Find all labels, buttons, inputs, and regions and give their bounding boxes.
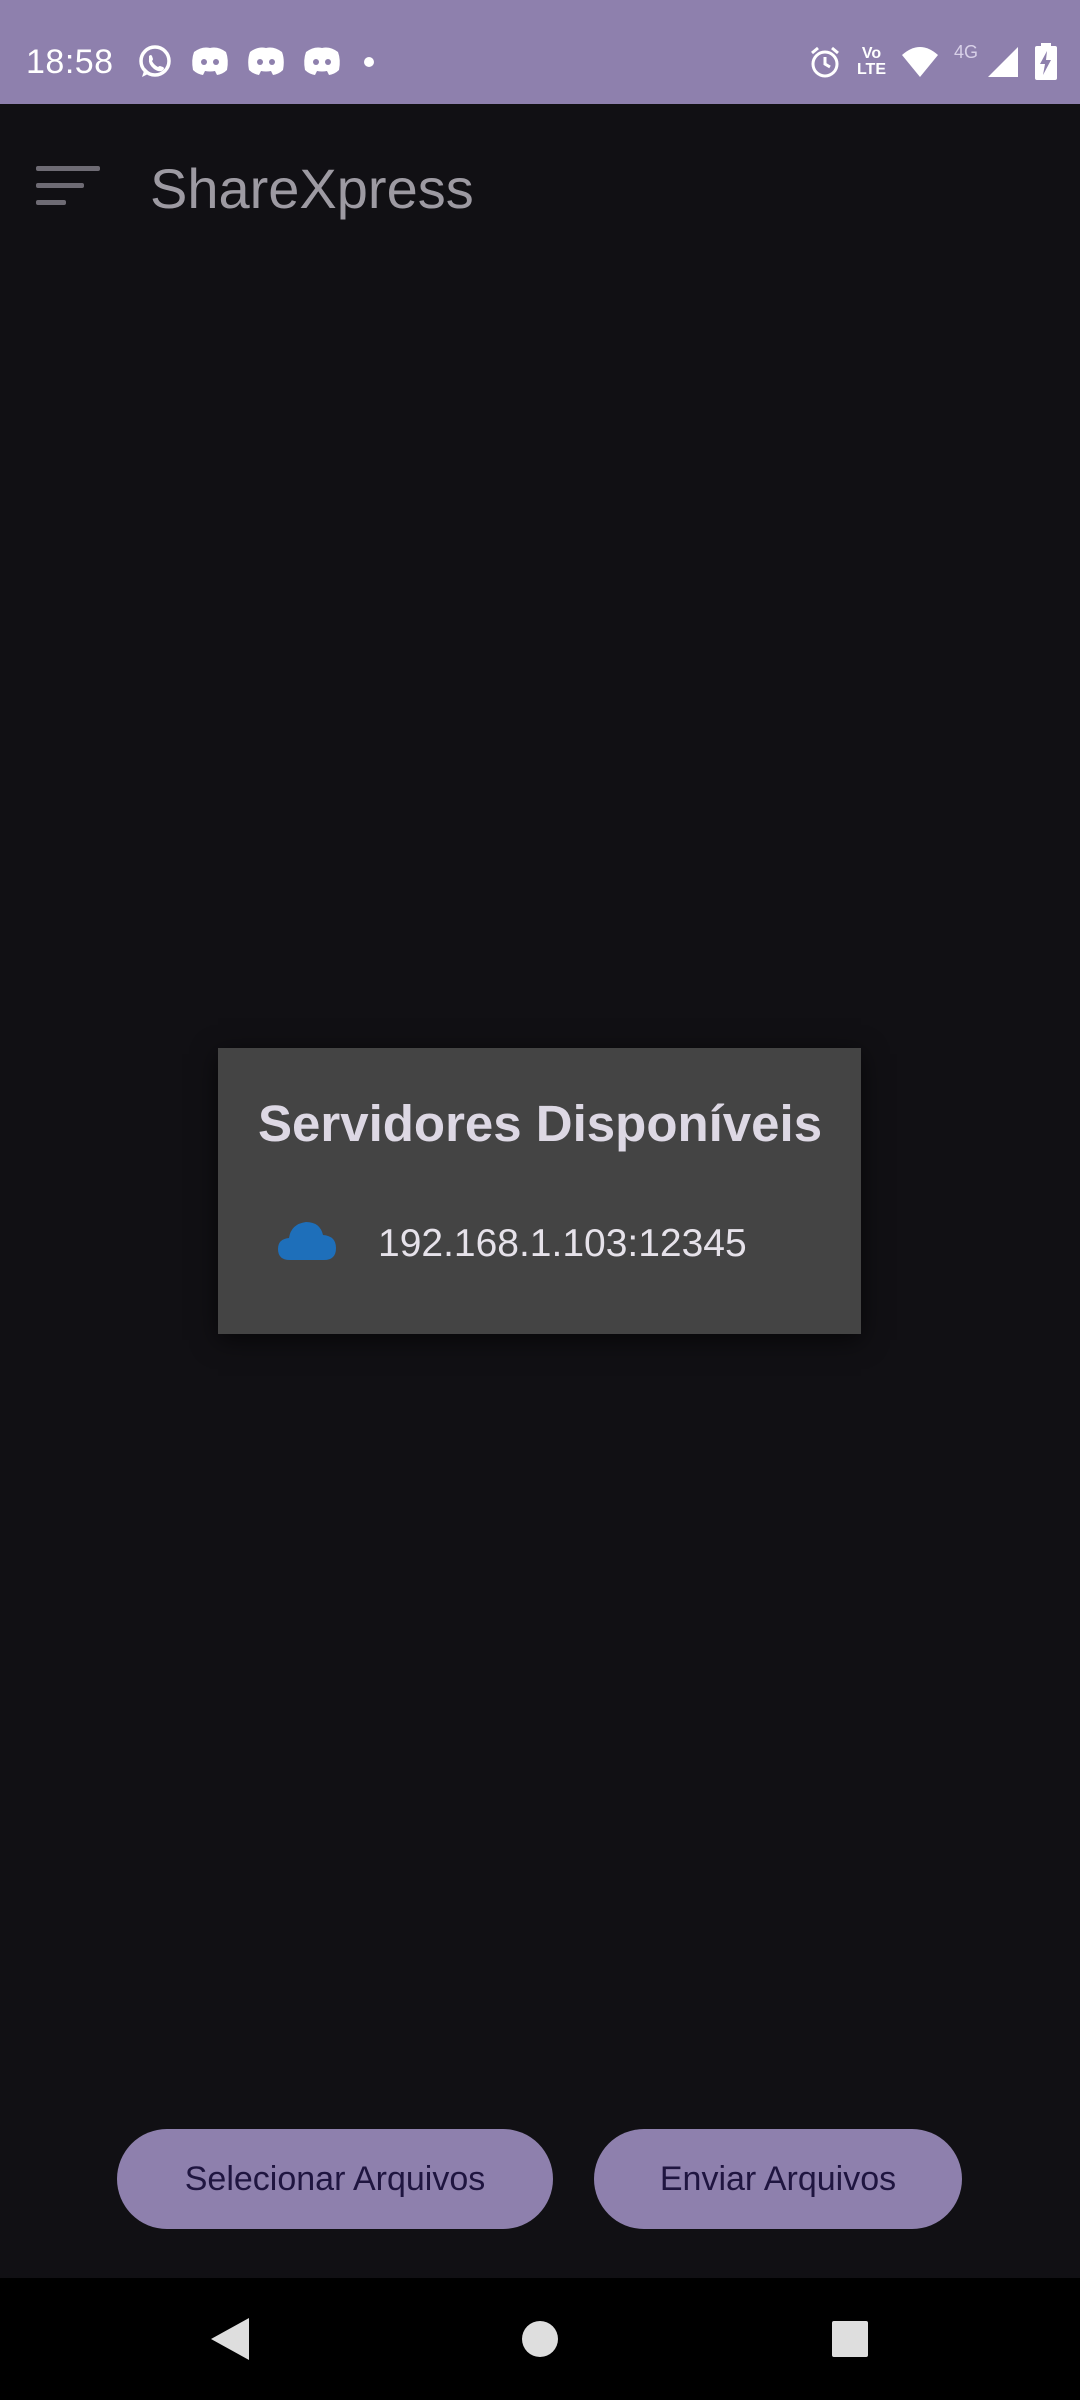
- alarm-icon: [807, 44, 843, 80]
- whatsapp-icon: [136, 43, 174, 81]
- network-type-label: 4G: [953, 41, 978, 62]
- volte-icon: Vo LTE: [856, 45, 886, 78]
- discord-icon: [190, 44, 230, 80]
- recents-button[interactable]: [800, 2278, 900, 2400]
- home-button[interactable]: [490, 2278, 590, 2400]
- discord-icon: [246, 44, 286, 80]
- send-files-button[interactable]: Enviar Arquivos: [594, 2129, 962, 2229]
- wifi-icon: [900, 45, 940, 79]
- menu-icon: [36, 166, 100, 205]
- home-icon: [522, 2321, 558, 2357]
- signal-icon: [986, 45, 1020, 79]
- battery-charging-icon: [1034, 43, 1058, 81]
- system-icons: Vo LTE 4G: [807, 42, 1058, 82]
- back-button[interactable]: [180, 2278, 280, 2400]
- app-bar: ShareXpress: [0, 104, 1080, 272]
- navigation-bar: [0, 2278, 1080, 2400]
- back-icon: [211, 2318, 249, 2360]
- status-time: 18:58: [26, 43, 114, 81]
- dialog-title: Servidores Disponíveis: [258, 1095, 823, 1152]
- notification-icons: [136, 42, 380, 82]
- menu-button[interactable]: [36, 162, 104, 210]
- status-bar: 18:58 Vo LTE 4G: [0, 0, 1080, 104]
- app-title: ShareXpress: [150, 157, 474, 220]
- cloud-icon: [276, 1218, 338, 1267]
- select-files-button[interactable]: Selecionar Arquivos: [117, 2129, 553, 2229]
- server-address: 192.168.1.103:12345: [378, 1222, 747, 1265]
- discord-icon: [302, 44, 342, 80]
- server-list-item[interactable]: 192.168.1.103:12345: [218, 1198, 861, 1294]
- recents-icon: [832, 2321, 868, 2357]
- dot-icon: [358, 51, 380, 73]
- servers-dialog: Servidores Disponíveis 192.168.1.103:123…: [218, 1048, 861, 1334]
